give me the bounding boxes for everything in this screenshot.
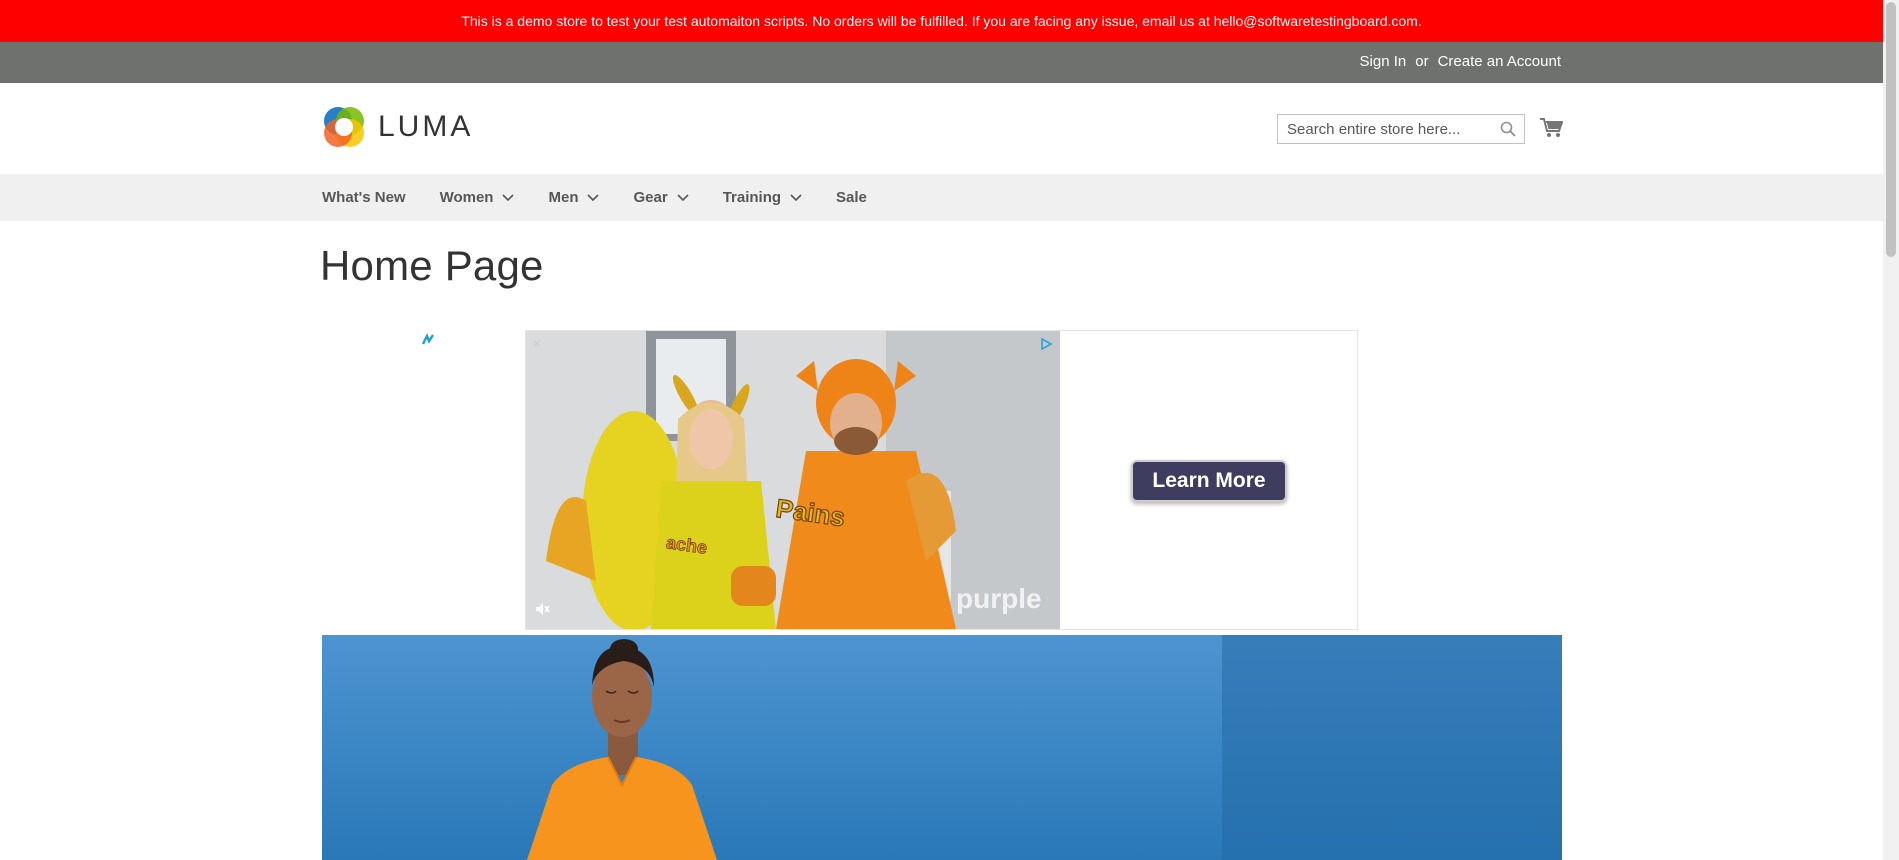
ad-video[interactable]: Pains ache × purple	[526, 331, 1060, 629]
top-panel: Sign In or Create an Account	[0, 42, 1883, 83]
page-title: Home Page	[320, 242, 544, 289]
ad-brand-watermark: purple	[956, 583, 1042, 614]
demo-notice-bar: This is a demo store to test your test a…	[0, 0, 1883, 42]
learn-more-button[interactable]: Learn More	[1131, 460, 1287, 502]
ad-choices-icon[interactable]	[1039, 337, 1053, 351]
nav-item-whats-new[interactable]: What's New	[322, 189, 406, 206]
chevron-down-icon	[587, 193, 600, 201]
nav-item-label: Training	[722, 189, 782, 206]
page-scrollbar[interactable]	[1883, 0, 1899, 860]
nav-item-training[interactable]: Training	[723, 189, 802, 206]
page-header: LUMA	[0, 83, 1883, 174]
scrollbar-thumb[interactable]	[1886, 2, 1896, 257]
ad-close-button[interactable]: ×	[533, 335, 541, 351]
create-account-link[interactable]: Create an Account	[1438, 53, 1561, 70]
search-icon[interactable]	[1500, 121, 1516, 137]
nav-item-men[interactable]: Men	[548, 189, 600, 206]
nav-item-women[interactable]: Women	[440, 189, 515, 206]
advertisement: Pains ache × purple Learn More	[525, 330, 1358, 630]
nav-item-label: Sale	[836, 189, 867, 206]
nav-item-sale[interactable]: Sale	[836, 189, 867, 206]
chevron-down-icon	[502, 193, 515, 201]
header-links: Sign In or Create an Account	[1360, 53, 1561, 70]
sign-in-link[interactable]: Sign In	[1360, 53, 1407, 70]
mute-icon[interactable]	[534, 601, 550, 617]
main-navigation: What's New Women Men Gear Training Sale	[0, 174, 1883, 221]
nav-item-label: What's New	[322, 189, 406, 206]
search-box	[1277, 114, 1525, 144]
nav-item-label: Men	[548, 189, 579, 206]
hero-banner-image	[322, 635, 1562, 860]
nav-item-label: Women	[439, 189, 494, 206]
chevron-down-icon	[677, 193, 689, 201]
demo-notice-text: This is a demo store to test your test a…	[461, 13, 1422, 29]
cart-icon[interactable]	[1539, 117, 1563, 139]
or-separator: or	[1415, 53, 1429, 70]
chevron-down-icon	[790, 193, 802, 201]
ad-network-icon[interactable]	[421, 333, 435, 347]
logo-text: LUMA	[378, 110, 474, 143]
nav-item-gear[interactable]: Gear	[633, 189, 689, 206]
store-logo[interactable]: LUMA	[322, 105, 473, 149]
nav-item-label: Gear	[633, 189, 668, 206]
search-input[interactable]	[1278, 115, 1497, 143]
luma-logo-icon	[324, 107, 364, 147]
hero-banner[interactable]	[322, 635, 1562, 860]
